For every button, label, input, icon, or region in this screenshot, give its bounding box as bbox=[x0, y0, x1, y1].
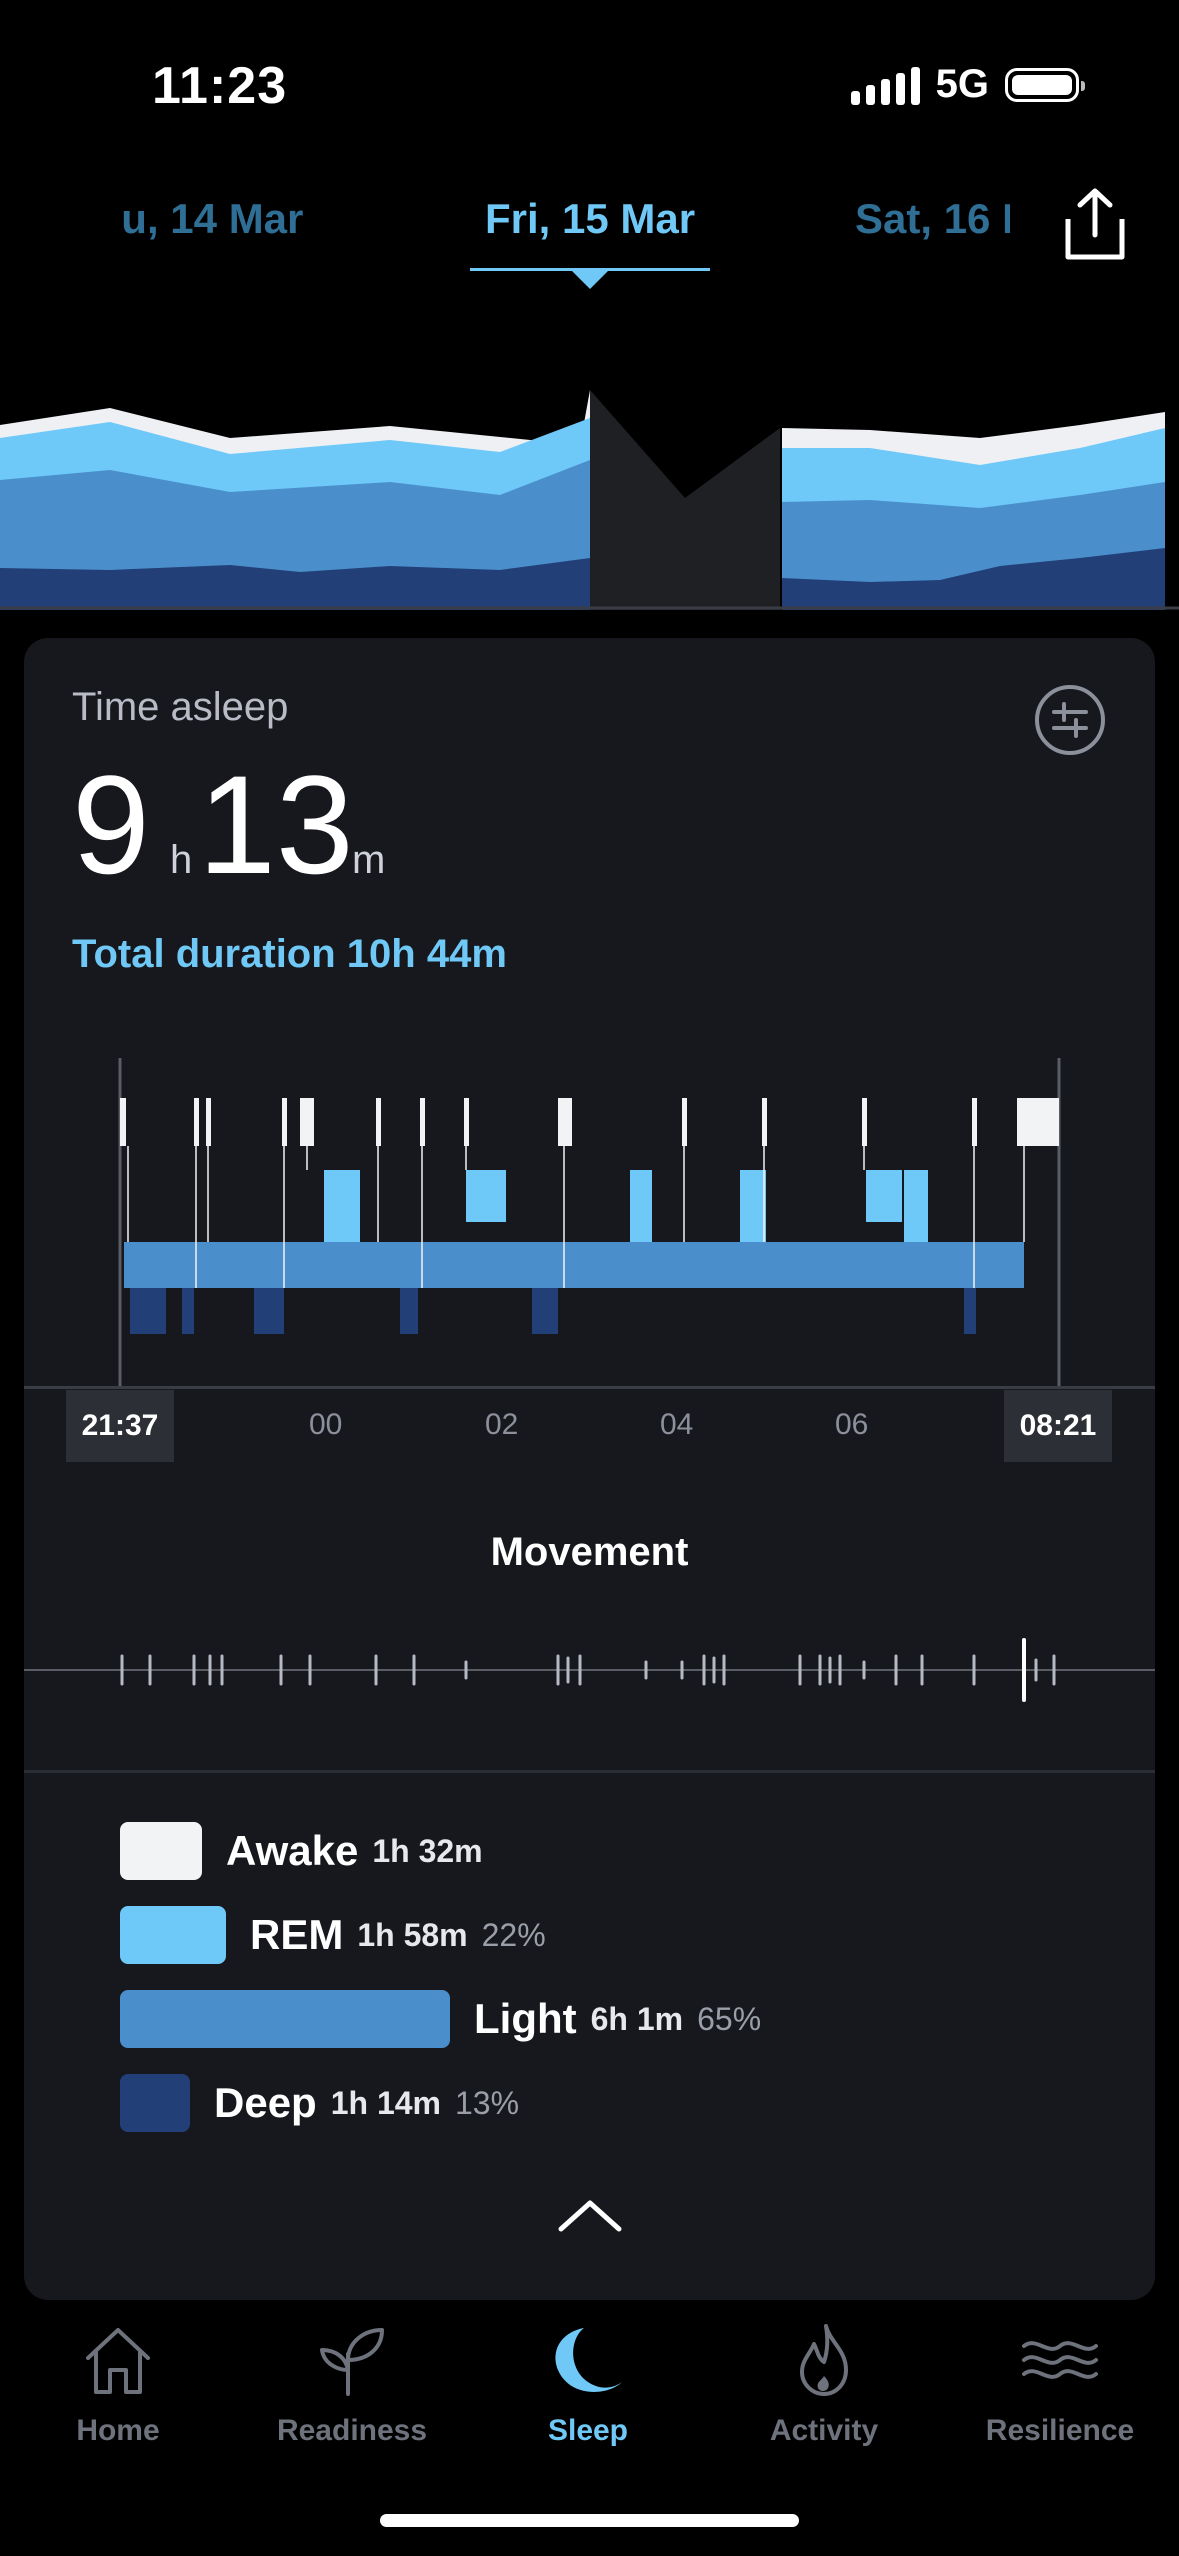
nav-label: Sleep bbox=[547, 2414, 629, 2447]
legend-bar-awake bbox=[120, 1822, 202, 1880]
sleep-overview-strip[interactable] bbox=[0, 390, 1179, 610]
total-duration: Total duration 10h 44m bbox=[72, 932, 507, 976]
legend-duration: 6h 1m bbox=[590, 2000, 684, 2037]
legend-percent: 22% bbox=[481, 1916, 546, 1953]
legend-duration: 1h 32m bbox=[372, 1832, 483, 1869]
signal-icon bbox=[850, 65, 920, 105]
minutes-unit: m bbox=[352, 838, 386, 882]
legend-bar-rem bbox=[120, 1906, 226, 1964]
hours-unit: h bbox=[170, 838, 193, 882]
legend-row-light: Light 6h 1m 65% bbox=[120, 1990, 761, 2048]
legend-name: Deep bbox=[214, 2079, 317, 2126]
adjust-icon[interactable] bbox=[1034, 684, 1106, 756]
nav-label: Activity bbox=[769, 2414, 879, 2447]
legend-duration: 1h 58m bbox=[357, 1916, 468, 1953]
hypnogram-tick-label: 06 bbox=[835, 1408, 869, 1441]
legend-name: REM bbox=[250, 1911, 344, 1958]
nav-item-sleep[interactable]: Sleep bbox=[478, 2320, 698, 2448]
legend-bar-light bbox=[120, 1990, 450, 2048]
legend-row-awake: Awake 1h 32m bbox=[120, 1822, 497, 1880]
time-asleep-label: Time asleep bbox=[72, 685, 289, 729]
selected-date-caret bbox=[572, 271, 608, 289]
overview-selected-marker bbox=[590, 390, 780, 610]
hypnogram-deep bbox=[130, 1288, 976, 1334]
hypnogram-rem bbox=[324, 1170, 928, 1242]
status-time: 11:23 bbox=[152, 57, 288, 115]
sleep-start-time: 21:37 bbox=[66, 1390, 174, 1462]
battery-icon bbox=[1005, 67, 1085, 102]
hypnogram[interactable] bbox=[24, 1050, 1155, 1390]
sleep-card bbox=[24, 638, 1155, 2300]
legend-bar-deep bbox=[120, 2074, 190, 2132]
nav-label: Resilience bbox=[985, 2414, 1135, 2447]
date-tab-previous[interactable]: Thu, 14 Mar bbox=[120, 195, 330, 243]
card-divider bbox=[24, 1770, 1155, 1773]
hypnogram-light bbox=[124, 1242, 1024, 1288]
legend-duration: 1h 14m bbox=[330, 2084, 441, 2121]
nav-item-activity[interactable]: Activity bbox=[714, 2320, 934, 2448]
nav-item-resilience[interactable]: Resilience bbox=[950, 2320, 1170, 2448]
hypnogram-tick-label: 00 bbox=[309, 1408, 343, 1441]
hypnogram-tick-label: 04 bbox=[660, 1408, 694, 1441]
nav-item-readiness[interactable]: Readiness bbox=[242, 2320, 462, 2448]
flame-icon bbox=[800, 2324, 848, 2396]
hours-value: 9 bbox=[72, 746, 150, 903]
date-tab-next[interactable]: Sat, 16 Mar bbox=[855, 195, 1010, 243]
moon-icon bbox=[555, 2328, 622, 2392]
nav-item-home[interactable]: Home bbox=[8, 2320, 228, 2448]
chevron-up-icon[interactable] bbox=[555, 2195, 625, 2235]
status-indicators: 5G bbox=[850, 62, 1085, 107]
hypnogram-tick-label: 02 bbox=[485, 1408, 519, 1441]
legend-percent: 13% bbox=[454, 2084, 520, 2121]
network-label: 5G bbox=[935, 62, 989, 106]
hypnogram-axis bbox=[24, 1386, 1155, 1389]
sleep-end-time: 08:21 bbox=[1004, 1390, 1112, 1462]
legend-percent: 65% bbox=[697, 2000, 762, 2037]
legend-name: Awake bbox=[226, 1827, 359, 1874]
movement-title: Movement bbox=[490, 1530, 689, 1574]
minutes-value: 13 bbox=[198, 746, 354, 903]
movement-track[interactable] bbox=[24, 1630, 1155, 1710]
share-icon[interactable] bbox=[1060, 185, 1130, 263]
nav-label: Home bbox=[76, 2414, 160, 2447]
home-icon bbox=[86, 2328, 150, 2394]
waves-icon bbox=[1022, 2341, 1098, 2379]
nav-label: Readiness bbox=[276, 2414, 428, 2447]
hypnogram-awake bbox=[120, 1098, 1059, 1146]
home-indicator[interactable] bbox=[380, 2514, 799, 2527]
legend-row-rem: REM 1h 58m 22% bbox=[120, 1906, 546, 1964]
legend-row-deep: Deep 1h 14m 13% bbox=[120, 2074, 519, 2132]
sprout-icon bbox=[320, 2328, 384, 2396]
date-tab-current[interactable]: Fri, 15 Mar bbox=[470, 195, 710, 243]
legend-name: Light bbox=[474, 1995, 577, 2042]
